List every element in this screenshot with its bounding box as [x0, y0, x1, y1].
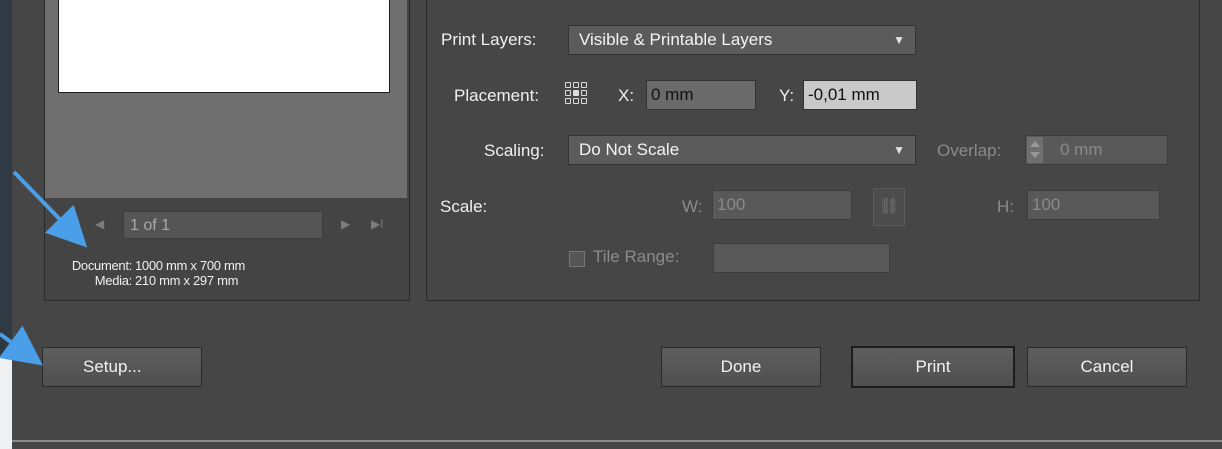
annotation-arrows	[0, 170, 88, 366]
annotation-arrow-setup	[0, 325, 43, 366]
annotation-arrow-document-info	[12, 170, 88, 248]
